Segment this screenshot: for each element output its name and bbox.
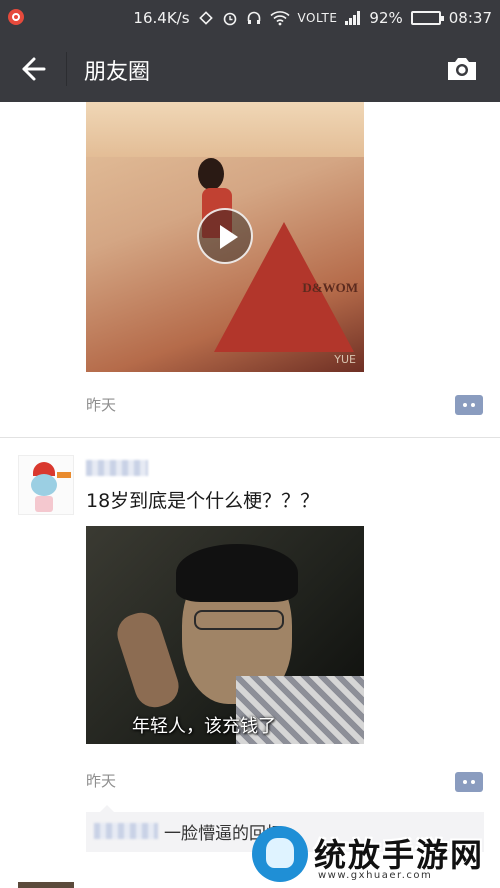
avatar[interactable] [18,455,74,515]
title-bar: 朋友圈 [0,36,500,102]
thumbnail-box-top [86,102,364,157]
avatar-face [31,474,57,496]
camera-icon[interactable] [444,53,480,85]
network-speed: 16.4K/s [133,9,190,27]
rotation-icon [198,11,213,25]
battery-percent: 92% [369,9,403,27]
commenter-name-blurred[interactable] [94,823,158,839]
wifi-icon [269,11,290,26]
comment-more-icon[interactable] [455,772,483,792]
username-blurred[interactable] [86,460,148,476]
page-title: 朋友圈 [84,60,151,85]
arrow-left-icon[interactable] [14,53,50,85]
notification-app-icon [8,9,24,25]
post-divider [0,437,500,438]
image-hair [176,544,298,602]
post-timestamp: 昨天 [86,772,117,790]
post-text: 18岁到底是个什么梗？？？ [86,490,320,512]
thumbnail-watermark: YUE [334,353,356,366]
network-type: VOLTE [297,11,338,25]
image-caption: 年轻人，该充钱了 [132,716,276,737]
avatar-mark [57,472,71,478]
next-post-avatar[interactable] [18,882,74,888]
signal-icon [345,11,361,25]
clock: 08:37 [448,9,492,27]
image-hand [112,607,184,713]
headphones-icon [247,11,260,24]
post-timestamp: 昨天 [86,396,117,414]
thumbnail-brand-text: D&WOM [302,280,358,295]
play-icon[interactable] [197,208,253,264]
site-logo [252,826,308,882]
status-bar-right: 16.4K/s VOLTE 92% 08:37 [133,0,492,36]
post-video-thumbnail[interactable]: D&WOM YUE [86,102,364,372]
post-image[interactable]: 年轻人，该充钱了 [86,526,364,744]
avatar-body [35,496,53,512]
title-divider [66,52,67,86]
battery-icon [410,11,444,25]
status-bar: 16.4K/s VOLTE 92% 08:37 [0,0,500,36]
comment-more-icon[interactable] [455,395,483,415]
image-glasses [194,610,284,630]
site-watermark-url: www.gxhuaer.com [318,870,433,881]
alarm-icon [223,12,236,26]
thumbnail-figure-head [198,158,224,190]
